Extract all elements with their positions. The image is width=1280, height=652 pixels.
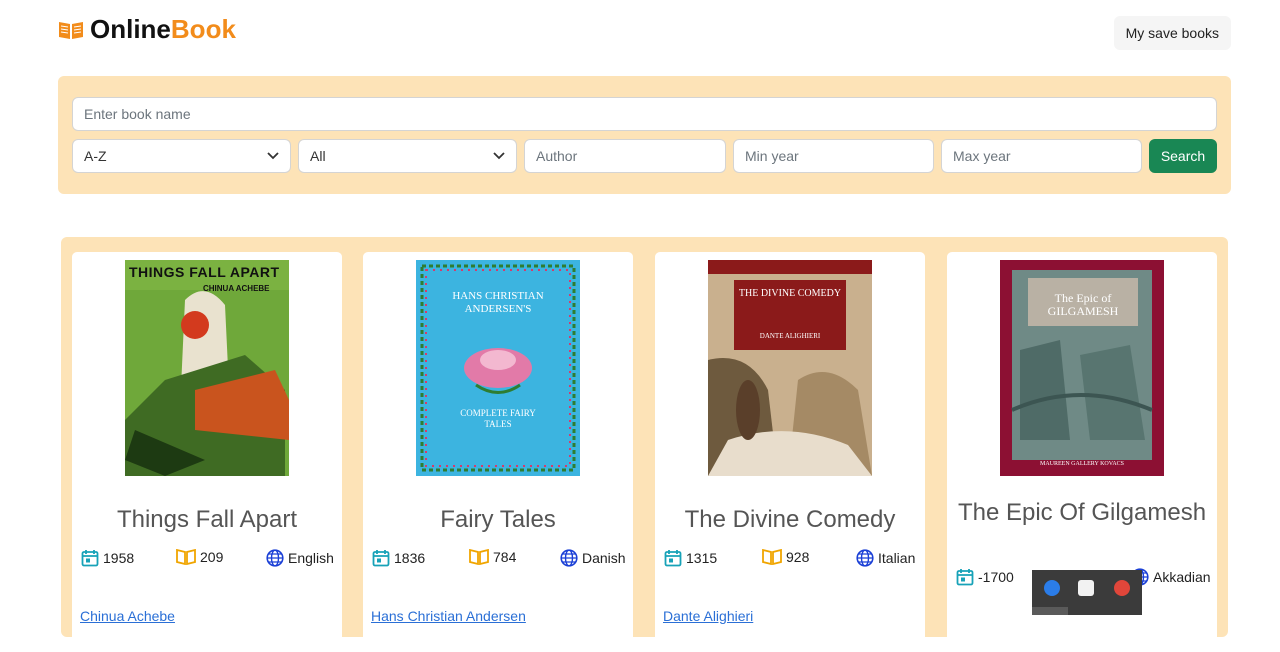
system-tray-popup: [1032, 570, 1142, 615]
book-title[interactable]: Fairy Tales: [363, 505, 633, 535]
book-title[interactable]: Things Fall Apart: [72, 505, 342, 535]
book-card[interactable]: THINGS FALL APART CHINUA ACHEBE Things F…: [72, 252, 342, 652]
book-language: English: [288, 550, 334, 566]
book-author-link[interactable]: Hans Christian Andersen: [371, 608, 526, 624]
language-meta: Akkadian: [1131, 568, 1211, 586]
calendar-icon: [81, 550, 99, 567]
cover-title-text: THE DIVINE COMEDY: [738, 288, 842, 299]
book-year: 1958: [103, 550, 135, 566]
book-pages: 928: [786, 549, 810, 565]
open-book-icon: [762, 549, 782, 565]
bluetooth-icon[interactable]: [1044, 580, 1060, 596]
brand-logo[interactable]: OnlineBook: [58, 14, 236, 45]
book-year: 1315: [686, 550, 718, 566]
category-select-value: All: [310, 148, 326, 164]
pages-meta: 928: [762, 549, 809, 565]
my-saved-books-button[interactable]: My save books: [1113, 16, 1231, 50]
year-meta: 1958: [81, 549, 134, 567]
globe-icon: [856, 549, 874, 567]
cover-title-text: THINGS FALL APART: [129, 264, 280, 280]
book-language: Danish: [582, 550, 626, 566]
cover-subtitle-text: COMPLETE FAIRY TALES: [460, 408, 536, 429]
chevron-down-icon: [493, 152, 505, 160]
book-cover-image[interactable]: The Epic of GILGAMESH MAUREEN GALLERY KO…: [1000, 260, 1164, 476]
language-meta: Italian: [856, 549, 915, 567]
author-input[interactable]: Author: [524, 139, 726, 173]
sort-select-value: A-Z: [84, 148, 107, 164]
year-meta: -1700: [956, 568, 1014, 586]
navbar: OnlineBook My save books: [0, 0, 1280, 60]
book-title[interactable]: The Divine Comedy: [655, 505, 925, 535]
book-author-link[interactable]: Dante Alighieri: [663, 608, 753, 624]
calendar-icon: [956, 569, 974, 586]
book-cover-image[interactable]: THINGS FALL APART CHINUA ACHEBE: [125, 260, 289, 476]
book-pages: 784: [493, 549, 517, 565]
open-book-icon: [176, 549, 196, 565]
globe-icon: [560, 549, 578, 567]
year-meta: 1836: [372, 549, 425, 567]
book-pages: 209: [200, 549, 224, 565]
pages-meta: 784: [469, 549, 516, 565]
cover-author-text: MAUREEN GALLERY KOVACS: [1039, 461, 1124, 467]
book-cover-image[interactable]: HANS CHRISTIAN ANDERSEN'S COMPLETE FAIRY…: [416, 260, 580, 476]
book-cover-image[interactable]: THE DIVINE COMEDY DANTE ALIGHIERI: [708, 260, 872, 476]
globe-icon: [266, 549, 284, 567]
chevron-down-icon: [267, 152, 279, 160]
year-meta: 1315: [664, 549, 717, 567]
max-year-input[interactable]: Max year: [941, 139, 1142, 173]
search-panel: Enter book name A-Z All Author Min year …: [58, 76, 1231, 194]
book-year: 1836: [394, 550, 426, 566]
book-language: Italian: [878, 550, 916, 566]
tray-scroll: [1032, 607, 1068, 615]
pages-meta: 209: [176, 549, 223, 565]
book-card[interactable]: THE DIVINE COMEDY DANTE ALIGHIERI The Di…: [655, 252, 925, 652]
cover-author-text: CHINUA ACHEBE: [203, 284, 270, 293]
browser-icon[interactable]: [1114, 580, 1130, 596]
book-language: Akkadian: [1153, 569, 1211, 585]
book-year: -1700: [978, 569, 1014, 585]
calendar-icon: [664, 550, 682, 567]
search-button[interactable]: Search: [1149, 139, 1217, 173]
book-title[interactable]: The Epic Of Gilgamesh: [947, 498, 1217, 528]
min-year-input[interactable]: Min year: [733, 139, 934, 173]
brand-name-part2: Book: [170, 14, 236, 44]
category-select[interactable]: All: [298, 139, 517, 173]
calendar-icon: [372, 550, 390, 567]
book-name-input[interactable]: Enter book name: [72, 97, 1217, 131]
shield-icon[interactable]: [1078, 580, 1094, 596]
sort-select[interactable]: A-Z: [72, 139, 291, 173]
cover-title-text: HANS CHRISTIAN ANDERSEN'S: [452, 290, 544, 315]
brand-name-part1: Online: [90, 14, 171, 44]
book-card[interactable]: HANS CHRISTIAN ANDERSEN'S COMPLETE FAIRY…: [363, 252, 633, 652]
language-meta: English: [266, 549, 334, 567]
cover-author-text: DANTE ALIGHIERI: [759, 332, 821, 340]
open-book-icon: [59, 21, 83, 39]
language-meta: Danish: [560, 549, 626, 567]
cover-title-text: The Epic of GILGAMESH: [1047, 291, 1119, 318]
book-author-link[interactable]: Chinua Achebe: [80, 608, 175, 624]
open-book-icon: [469, 549, 489, 565]
